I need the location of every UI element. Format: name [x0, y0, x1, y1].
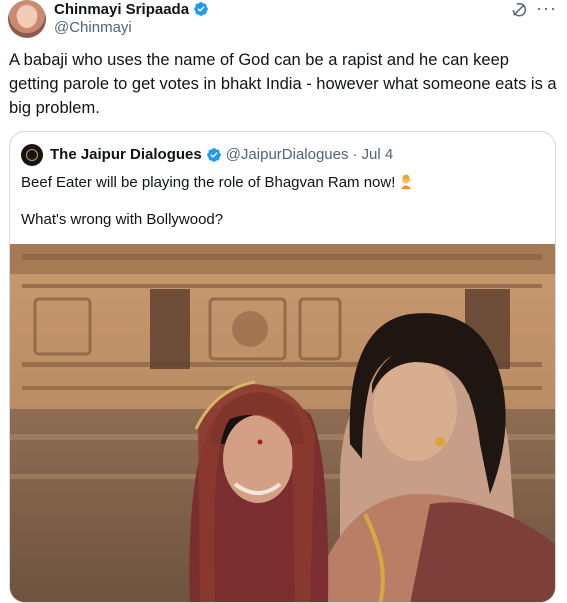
separator-dot: · — [352, 146, 358, 163]
quoted-handle[interactable]: @JaipurDialogues — [226, 146, 349, 163]
quoted-author-avatar[interactable] — [21, 144, 43, 166]
quoted-text-line1-label: Beef Eater will be playing the role of B… — [21, 174, 396, 191]
author-display-name[interactable]: Chinmayi Sripaada — [54, 1, 189, 18]
quoted-text-line1: Beef Eater will be playing the role of B… — [21, 173, 414, 191]
quoted-text-line2: What's wrong with Bollywood? — [21, 211, 224, 228]
quoted-date[interactable]: Jul 4 — [362, 146, 394, 163]
author-avatar[interactable] — [8, 0, 46, 38]
quoted-tweet-header: The Jaipur Dialogues @JaipurDialogues · … — [50, 146, 393, 163]
more-horizontal-icon[interactable]: ··· — [536, 0, 557, 17]
tweet-text: A babaji who uses the name of God can be… — [9, 51, 557, 117]
verified-badge-icon — [194, 2, 208, 16]
quoted-media-image[interactable] — [10, 244, 555, 602]
author-handle[interactable]: @Chinmayi — [54, 19, 132, 36]
author-name-row[interactable]: Chinmayi Sripaada — [54, 0, 209, 18]
quoted-tweet-card[interactable]: The Jaipur Dialogues @JaipurDialogues · … — [9, 131, 556, 603]
verified-badge-icon — [206, 147, 221, 162]
grok-icon[interactable] — [510, 1, 528, 19]
media-scene — [10, 244, 555, 602]
facepalm-emoji-icon — [401, 174, 412, 189]
quoted-display-name[interactable]: The Jaipur Dialogues — [50, 146, 202, 163]
